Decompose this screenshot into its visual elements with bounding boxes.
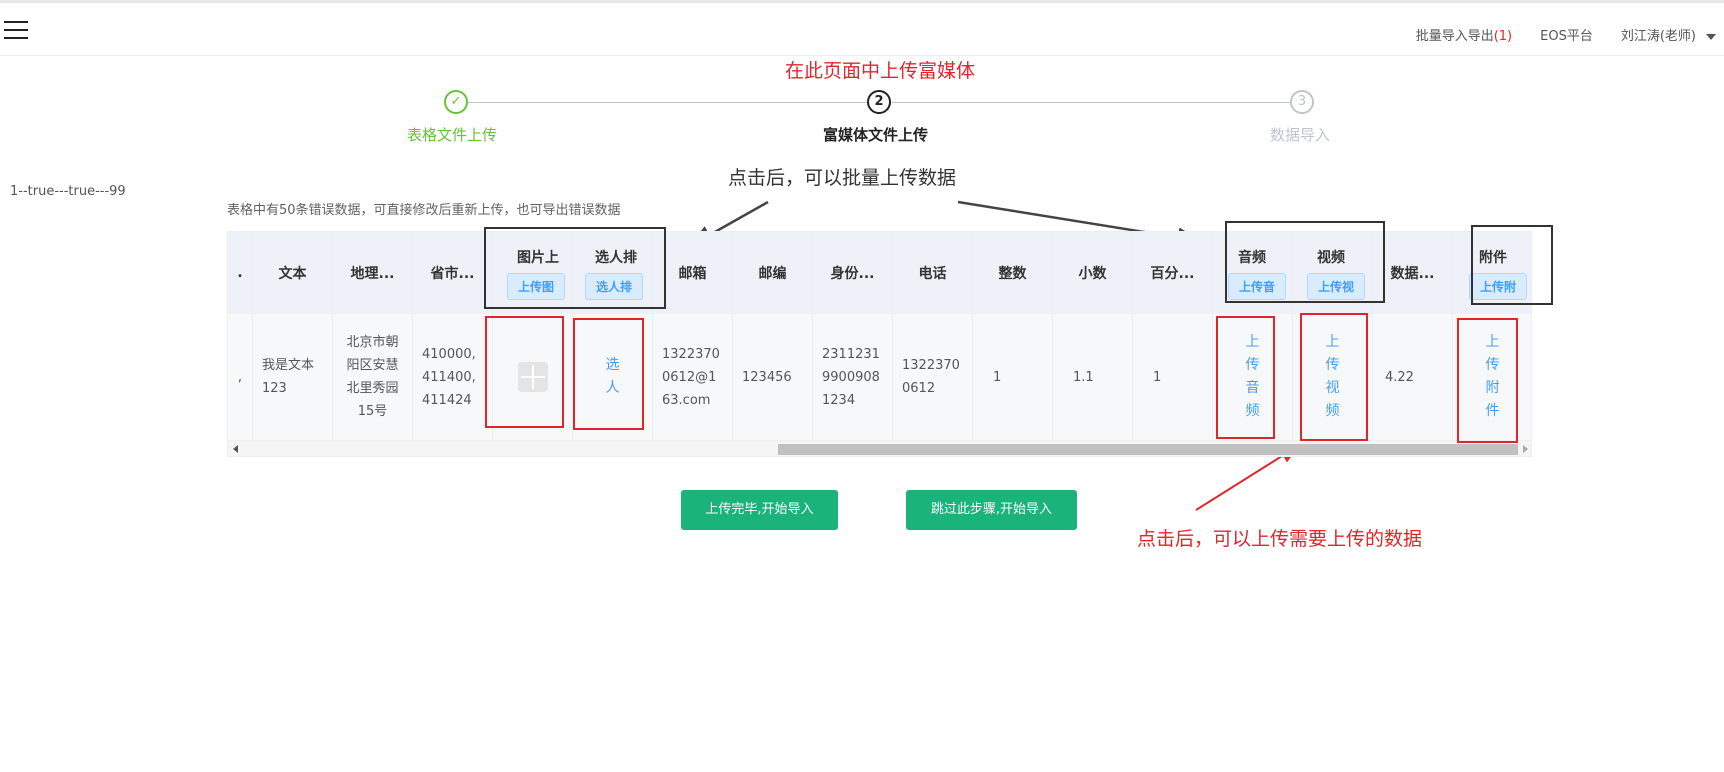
scroll-left-icon[interactable] bbox=[233, 445, 238, 453]
cell-percent[interactable]: 1 bbox=[1133, 314, 1213, 440]
step-2-label: 富媒体文件上传 bbox=[823, 126, 929, 144]
cell-text[interactable]: 我是文本123 bbox=[253, 314, 333, 440]
cell-id-card[interactable]: 231123199009081234 bbox=[813, 314, 893, 440]
table-row: , 我是文本123 北京市朝阳区安慧北里秀园15号 410000,411400,… bbox=[228, 314, 1531, 440]
step-2-number: 2 bbox=[867, 90, 891, 114]
cell-address[interactable]: 北京市朝阳区安慧北里秀园15号 bbox=[333, 314, 413, 440]
batch-upload-video-button[interactable]: 上传视 bbox=[1307, 272, 1366, 300]
col-header-decimal[interactable]: 小数 bbox=[1053, 232, 1133, 314]
horizontal-scrollbar[interactable] bbox=[228, 440, 1531, 456]
step-connector bbox=[892, 102, 1298, 103]
cell-province[interactable]: 410000,411400,411424 bbox=[413, 314, 493, 440]
col-header-audio-title: 音频 bbox=[1238, 249, 1266, 266]
col-header-audio: 音频 上传音 bbox=[1213, 232, 1293, 314]
chevron-down-icon bbox=[1706, 33, 1716, 40]
cell-partial: , bbox=[228, 314, 253, 440]
col-header-data[interactable]: 数据... bbox=[1373, 232, 1453, 314]
nav-batch-import-export[interactable]: 批量导入导出(1) bbox=[1416, 25, 1512, 44]
col-header-image-title: 图片上 bbox=[517, 249, 559, 266]
upload-audio-link[interactable]: 上传音频 bbox=[1245, 331, 1261, 423]
col-header-image: 图片上 上传图 bbox=[493, 232, 573, 314]
annotation-batch-note: 点击后，可以批量上传数据 bbox=[728, 167, 957, 189]
add-image-icon[interactable] bbox=[517, 362, 548, 392]
col-header-text[interactable]: 文本 bbox=[253, 232, 333, 314]
select-person-link[interactable]: 选人 bbox=[605, 354, 621, 400]
step-3-number: 3 bbox=[1290, 90, 1314, 114]
upload-attachment-link[interactable]: 上传附件 bbox=[1485, 331, 1501, 423]
error-info-text: 表格中有50条错误数据，可直接修改后重新上传，也可导出错误数据 bbox=[227, 203, 621, 218]
col-header-select-person-title: 选人排 bbox=[595, 249, 637, 266]
menu-icon[interactable] bbox=[4, 21, 28, 41]
col-header-address[interactable]: 地理... bbox=[333, 232, 413, 314]
batch-select-person-button[interactable]: 选人排 bbox=[585, 272, 644, 300]
cell-data[interactable]: 4.22 bbox=[1373, 314, 1453, 440]
batch-upload-attachment-button[interactable]: 上传附 bbox=[1469, 272, 1528, 300]
col-header-partial: . bbox=[228, 232, 253, 314]
col-header-email[interactable]: 邮箱 bbox=[653, 232, 733, 314]
col-header-attachment: 附件 上传附 bbox=[1453, 232, 1531, 314]
nav-count-badge: (1) bbox=[1493, 29, 1513, 44]
col-header-integer[interactable]: 整数 bbox=[973, 232, 1053, 314]
col-header-video-title: 视频 bbox=[1317, 249, 1345, 266]
debug-text: 1--true---true---99 bbox=[10, 184, 126, 199]
annotation-upload-note: 点击后，可以上传需要上传的数据 bbox=[1137, 528, 1423, 550]
skip-step-import-button[interactable]: 跳过此步骤,开始导入 bbox=[906, 490, 1077, 530]
col-header-zip[interactable]: 邮编 bbox=[733, 232, 813, 314]
cell-zip[interactable]: 123456 bbox=[733, 314, 813, 440]
data-table: . 文本 地理... 省市... 图片上 上传图 选人排 选人排 邮箱 邮编 身… bbox=[227, 231, 1532, 457]
col-header-percent[interactable]: 百分... bbox=[1133, 232, 1213, 314]
top-nav: 批量导入导出(1) EOS平台 刘江涛(老师) bbox=[1416, 25, 1716, 44]
cell-decimal[interactable]: 1.1 bbox=[1053, 314, 1133, 440]
scrollbar-thumb[interactable] bbox=[778, 444, 1518, 455]
finish-upload-import-button[interactable]: 上传完毕,开始导入 bbox=[681, 490, 838, 530]
upload-video-link[interactable]: 上传视频 bbox=[1325, 331, 1341, 423]
step-connector bbox=[468, 102, 874, 103]
batch-upload-image-button[interactable]: 上传图 bbox=[507, 272, 566, 300]
progress-steps: ✓ 表格文件上传 2 富媒体文件上传 3 数据导入 bbox=[0, 90, 1724, 150]
cell-audio: 上传音频 bbox=[1213, 314, 1293, 440]
cell-image bbox=[493, 314, 573, 440]
step-1-label: 表格文件上传 bbox=[407, 126, 498, 144]
step-1-check-icon: ✓ bbox=[444, 90, 468, 114]
step-3-label: 数据导入 bbox=[1270, 126, 1331, 144]
table-header-row: . 文本 地理... 省市... 图片上 上传图 选人排 选人排 邮箱 邮编 身… bbox=[228, 232, 1531, 314]
annotation-top-note: 在此页面中上传富媒体 bbox=[785, 60, 976, 82]
col-header-select-person: 选人排 选人排 bbox=[573, 232, 653, 314]
col-header-province[interactable]: 省市... bbox=[413, 232, 493, 314]
nav-eos-platform[interactable]: EOS平台 bbox=[1540, 25, 1593, 44]
batch-upload-audio-button[interactable]: 上传音 bbox=[1228, 272, 1287, 300]
col-header-phone[interactable]: 电话 bbox=[893, 232, 973, 314]
col-header-video: 视频 上传视 bbox=[1293, 232, 1373, 314]
cell-phone[interactable]: 13223700612 bbox=[893, 314, 973, 440]
cell-integer[interactable]: 1 bbox=[973, 314, 1053, 440]
cell-select-person: 选人 bbox=[573, 314, 653, 440]
cell-video: 上传视频 bbox=[1293, 314, 1373, 440]
scroll-right-icon[interactable] bbox=[1523, 445, 1528, 453]
cell-attachment: 上传附件 bbox=[1453, 314, 1531, 440]
cell-email[interactable]: 13223700612@163.com bbox=[653, 314, 733, 440]
top-bar: 批量导入导出(1) EOS平台 刘江涛(老师) bbox=[0, 0, 1724, 56]
user-menu[interactable]: 刘江涛(老师) bbox=[1621, 25, 1716, 44]
col-header-attachment-title: 附件 bbox=[1479, 249, 1507, 266]
col-header-id-card[interactable]: 身份... bbox=[813, 232, 893, 314]
